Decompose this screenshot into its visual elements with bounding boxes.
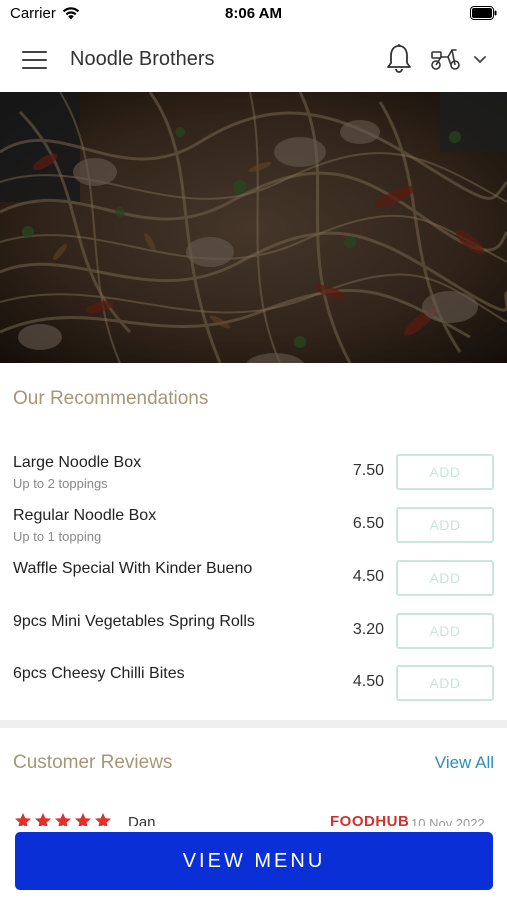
item-price: 4.50 <box>352 673 384 690</box>
add-button[interactable]: ADD <box>396 507 494 543</box>
list-item: Regular Noodle Box Up to 1 topping 6.50 … <box>0 507 507 557</box>
view-all-reviews-link[interactable]: View All <box>435 753 494 773</box>
item-subtitle: Up to 2 toppings <box>13 476 108 491</box>
menu-icon[interactable] <box>22 50 48 70</box>
item-price: 3.20 <box>352 621 384 638</box>
item-price: 6.50 <box>352 515 384 532</box>
add-button[interactable]: ADD <box>396 665 494 701</box>
item-name: Waffle Special With Kinder Bueno <box>13 560 253 577</box>
bell-icon[interactable] <box>384 43 414 75</box>
view-menu-button[interactable]: VIEW MENU <box>15 832 493 890</box>
restaurant-title: Noodle Brothers <box>70 48 215 70</box>
scooter-icon[interactable] <box>430 46 462 72</box>
item-subtitle: Up to 1 topping <box>13 529 102 544</box>
item-name: 6pcs Cheesy Chilli Bites <box>13 665 185 682</box>
app-header: Noodle Brothers <box>0 28 507 92</box>
add-button[interactable]: ADD <box>396 454 494 490</box>
status-bar: Carrier 8:06 AM <box>0 0 507 28</box>
item-name: Large Noodle Box <box>13 454 142 471</box>
item-name: Regular Noodle Box <box>13 507 157 524</box>
status-time: 8:06 AM <box>225 5 282 22</box>
list-item: Large Noodle Box Up to 2 toppings 7.50 A… <box>0 454 507 504</box>
chevron-down-icon[interactable] <box>472 52 488 66</box>
item-price: 4.50 <box>352 568 384 585</box>
section-divider <box>0 720 507 728</box>
list-item: 6pcs Cheesy Chilli Bites 4.50 ADD <box>0 665 507 715</box>
add-button[interactable]: ADD <box>396 613 494 649</box>
battery-icon <box>470 6 497 20</box>
reviews-title: Customer Reviews <box>13 752 173 773</box>
hero-food-image <box>0 92 507 363</box>
add-button[interactable]: ADD <box>396 560 494 596</box>
item-price: 7.50 <box>352 462 384 479</box>
list-item: 9pcs Mini Vegetables Spring Rolls 3.20 A… <box>0 613 507 663</box>
recommendations-title: Our Recommendations <box>13 388 209 409</box>
noodle-dish-photo <box>0 92 507 363</box>
item-name: 9pcs Mini Vegetables Spring Rolls <box>13 613 255 630</box>
list-item: Waffle Special With Kinder Bueno 4.50 AD… <box>0 560 507 610</box>
